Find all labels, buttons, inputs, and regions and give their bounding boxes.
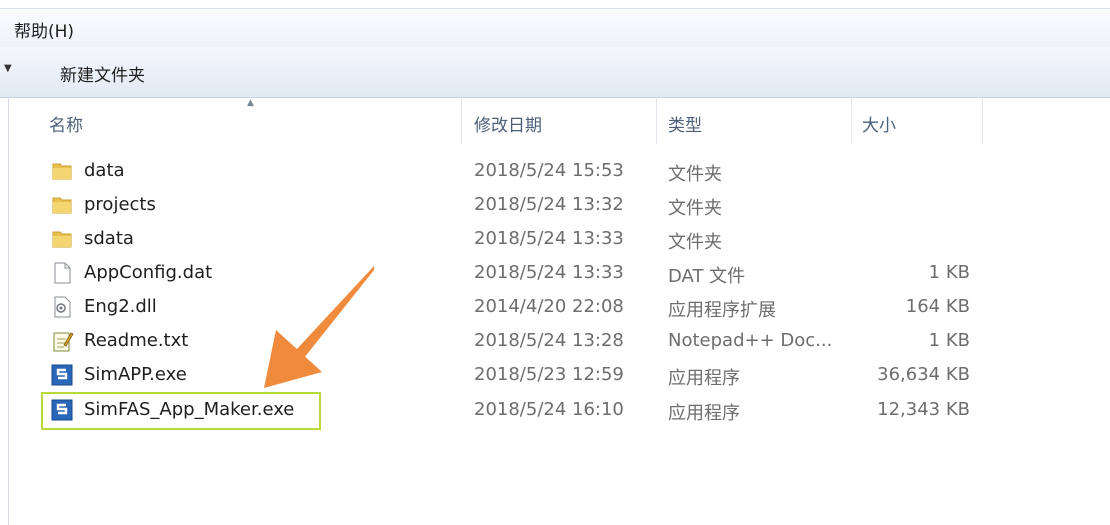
file-type: 应用程序 <box>668 368 740 389</box>
file-row[interactable]: AppConfig.dat 2018/5/24 13:33 DAT 文件 1 K… <box>40 256 1110 290</box>
column-header-size[interactable]: 大小 <box>852 98 983 144</box>
column-header-size-label: 大小 <box>862 116 896 136</box>
file-date: 2018/5/24 13:33 <box>474 262 624 283</box>
file-row[interactable]: Eng2.dll 2014/4/20 22:08 应用程序扩展 164 KB <box>40 290 1110 324</box>
file-type: 文件夹 <box>668 164 722 185</box>
new-folder-button[interactable]: 新建文件夹 <box>60 61 145 86</box>
file-name: SimAPP.exe <box>84 364 187 385</box>
annotation-highlight-box <box>41 392 321 430</box>
folder-icon <box>52 231 72 248</box>
file-type: 文件夹 <box>668 232 722 253</box>
file-size: 164 KB <box>905 296 970 317</box>
annotation-arrow-icon <box>264 266 374 388</box>
file-type: 应用程序扩展 <box>668 300 776 321</box>
file-name: AppConfig.dat <box>84 262 213 283</box>
content-border <box>8 98 9 525</box>
file-size: 1 KB <box>928 330 970 351</box>
file-size: 36,634 KB <box>877 364 970 385</box>
folder-icon <box>52 197 72 214</box>
file-type: Notepad++ Doc... <box>668 330 833 351</box>
column-header-date-label: 修改日期 <box>474 116 542 136</box>
file-name: Eng2.dll <box>84 296 157 317</box>
file-row[interactable]: sdata 2018/5/24 13:33 文件夹 <box>40 222 1110 256</box>
file-name: sdata <box>84 228 134 249</box>
file-type: 应用程序 <box>668 403 740 424</box>
file-date: 2018/5/24 13:28 <box>474 330 624 351</box>
column-header-type[interactable]: 类型 <box>657 98 852 144</box>
menu-help[interactable]: 帮助(H) <box>14 17 74 42</box>
file-row[interactable]: projects 2018/5/24 13:32 文件夹 <box>40 188 1110 222</box>
file-date: 2018/5/24 13:32 <box>474 194 624 215</box>
chevron-down-icon[interactable]: ▼ <box>4 63 12 74</box>
sort-ascending-icon: ▲ <box>247 98 254 108</box>
file-size: 12,343 KB <box>877 399 970 420</box>
column-header-name[interactable]: ▲ 名称 <box>9 98 462 144</box>
column-header-date[interactable]: 修改日期 <box>462 98 657 144</box>
file-name: data <box>84 160 125 181</box>
column-header-row: ▲ 名称 修改日期 类型 大小 <box>9 98 1110 144</box>
file-type: 文件夹 <box>668 198 722 219</box>
column-header-type-label: 类型 <box>668 116 702 136</box>
toolbar: ▼ 新建文件夹 <box>0 47 1110 98</box>
folder-icon <box>52 163 72 180</box>
file-row[interactable]: Readme.txt 2018/5/24 13:28 Notepad++ Doc… <box>40 324 1110 358</box>
file-row[interactable]: data 2018/5/24 15:53 文件夹 <box>40 154 1110 188</box>
file-date: 2018/5/24 16:10 <box>474 399 624 420</box>
file-date: 2018/5/24 15:53 <box>474 160 624 181</box>
file-row[interactable]: SimAPP.exe 2018/5/23 12:59 应用程序 36,634 K… <box>40 358 1110 392</box>
notepad-icon <box>53 332 74 352</box>
file-date: 2018/5/24 13:33 <box>474 228 624 249</box>
app-icon <box>51 364 73 386</box>
file-date: 2018/5/23 12:59 <box>474 364 624 385</box>
file-icon <box>54 262 71 284</box>
file-size: 1 KB <box>928 262 970 283</box>
file-name: Readme.txt <box>84 330 189 351</box>
file-date: 2014/4/20 22:08 <box>474 296 624 317</box>
file-name: projects <box>84 194 156 215</box>
file-type: DAT 文件 <box>668 266 746 287</box>
column-header-name-label: 名称 <box>49 116 83 136</box>
dll-icon <box>54 296 71 318</box>
menu-bar: 帮助(H) <box>0 8 1110 48</box>
